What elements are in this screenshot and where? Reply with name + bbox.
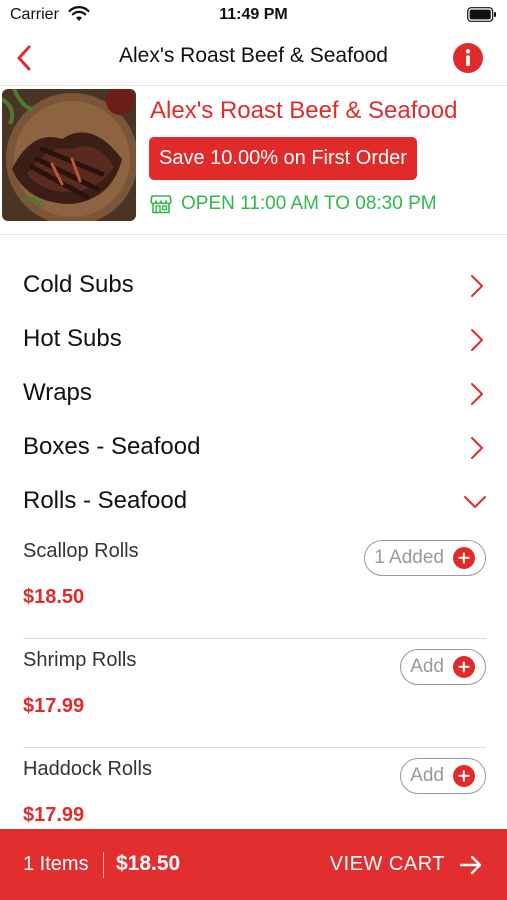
menu-items-list: Scallop Rolls $18.50 1 Added Shrimp Roll… — [0, 530, 507, 857]
chevron-right-icon — [471, 437, 483, 459]
status-time: 11:49 PM — [219, 6, 288, 23]
restaurant-header: Alex's Roast Beef & Seafood Save 10.00% … — [0, 87, 507, 235]
cart-item-count: 1 Items — [23, 853, 89, 875]
add-button-label: Add — [410, 656, 444, 677]
plus-circle-icon — [453, 547, 475, 569]
item-price: $18.50 — [23, 586, 85, 608]
plus-circle-icon — [453, 765, 475, 787]
back-button[interactable] — [6, 40, 42, 76]
add-button-label: Add — [410, 765, 444, 786]
category-cold-subs[interactable]: Cold Subs — [0, 258, 507, 312]
info-button[interactable] — [453, 43, 483, 73]
item-price: $17.99 — [23, 695, 85, 717]
chevron-right-icon — [471, 275, 483, 297]
plus-circle-icon — [453, 656, 475, 678]
add-button[interactable]: Add — [400, 758, 486, 794]
battery-icon — [467, 7, 496, 22]
item-name: Scallop Rolls — [23, 540, 139, 562]
item-name: Haddock Rolls — [23, 758, 152, 780]
nav-bar: Alex's Roast Beef & Seafood — [0, 30, 507, 86]
item-price: $17.99 — [23, 804, 85, 826]
added-button[interactable]: 1 Added — [364, 540, 486, 576]
item-name: Shrimp Rolls — [23, 649, 137, 671]
category-label: Boxes - Seafood — [23, 433, 201, 460]
category-rolls-seafood[interactable]: Rolls - Seafood — [0, 474, 507, 528]
add-button[interactable]: Add — [400, 649, 486, 685]
status-bar: Carrier 11:49 PM — [0, 0, 507, 30]
cart-total: $18.50 — [116, 852, 181, 875]
arrow-right-icon — [459, 855, 482, 874]
add-button-label: 1 Added — [374, 547, 444, 568]
chevron-down-icon — [464, 496, 486, 508]
category-boxes-seafood[interactable]: Boxes - Seafood — [0, 420, 507, 474]
category-label: Rolls - Seafood — [23, 487, 188, 514]
store-icon — [150, 195, 172, 214]
info-icon — [465, 49, 471, 66]
restaurant-name: Alex's Roast Beef & Seafood — [150, 97, 458, 124]
chevron-left-icon — [17, 45, 31, 71]
view-cart-button[interactable]: VIEW CART — [330, 853, 483, 876]
category-label: Wraps — [23, 379, 92, 406]
cart-divider — [103, 852, 104, 878]
category-list: Cold Subs Hot Subs Wraps Boxes - Seafood… — [0, 258, 507, 528]
category-hot-subs[interactable]: Hot Subs — [0, 312, 507, 366]
menu-item[interactable]: Scallop Rolls $18.50 1 Added — [0, 530, 507, 639]
menu-item[interactable]: Shrimp Rolls $17.99 Add — [0, 639, 507, 748]
category-wraps[interactable]: Wraps — [0, 366, 507, 420]
promo-badge: Save 10.00% on First Order — [149, 137, 417, 180]
hours-row: OPEN 11:00 AM TO 08:30 PM — [150, 193, 437, 215]
page-title: Alex's Roast Beef & Seafood — [118, 44, 388, 67]
chevron-right-icon — [471, 329, 483, 351]
hours-text: OPEN 11:00 AM TO 08:30 PM — [181, 193, 437, 214]
category-label: Cold Subs — [23, 271, 134, 298]
view-cart-label: VIEW CART — [329, 853, 445, 875]
restaurant-photo — [2, 89, 136, 221]
chevron-right-icon — [471, 383, 483, 405]
view-cart-bar[interactable]: 1 Items $18.50 VIEW CART — [0, 829, 507, 900]
category-label: Hot Subs — [23, 325, 122, 352]
